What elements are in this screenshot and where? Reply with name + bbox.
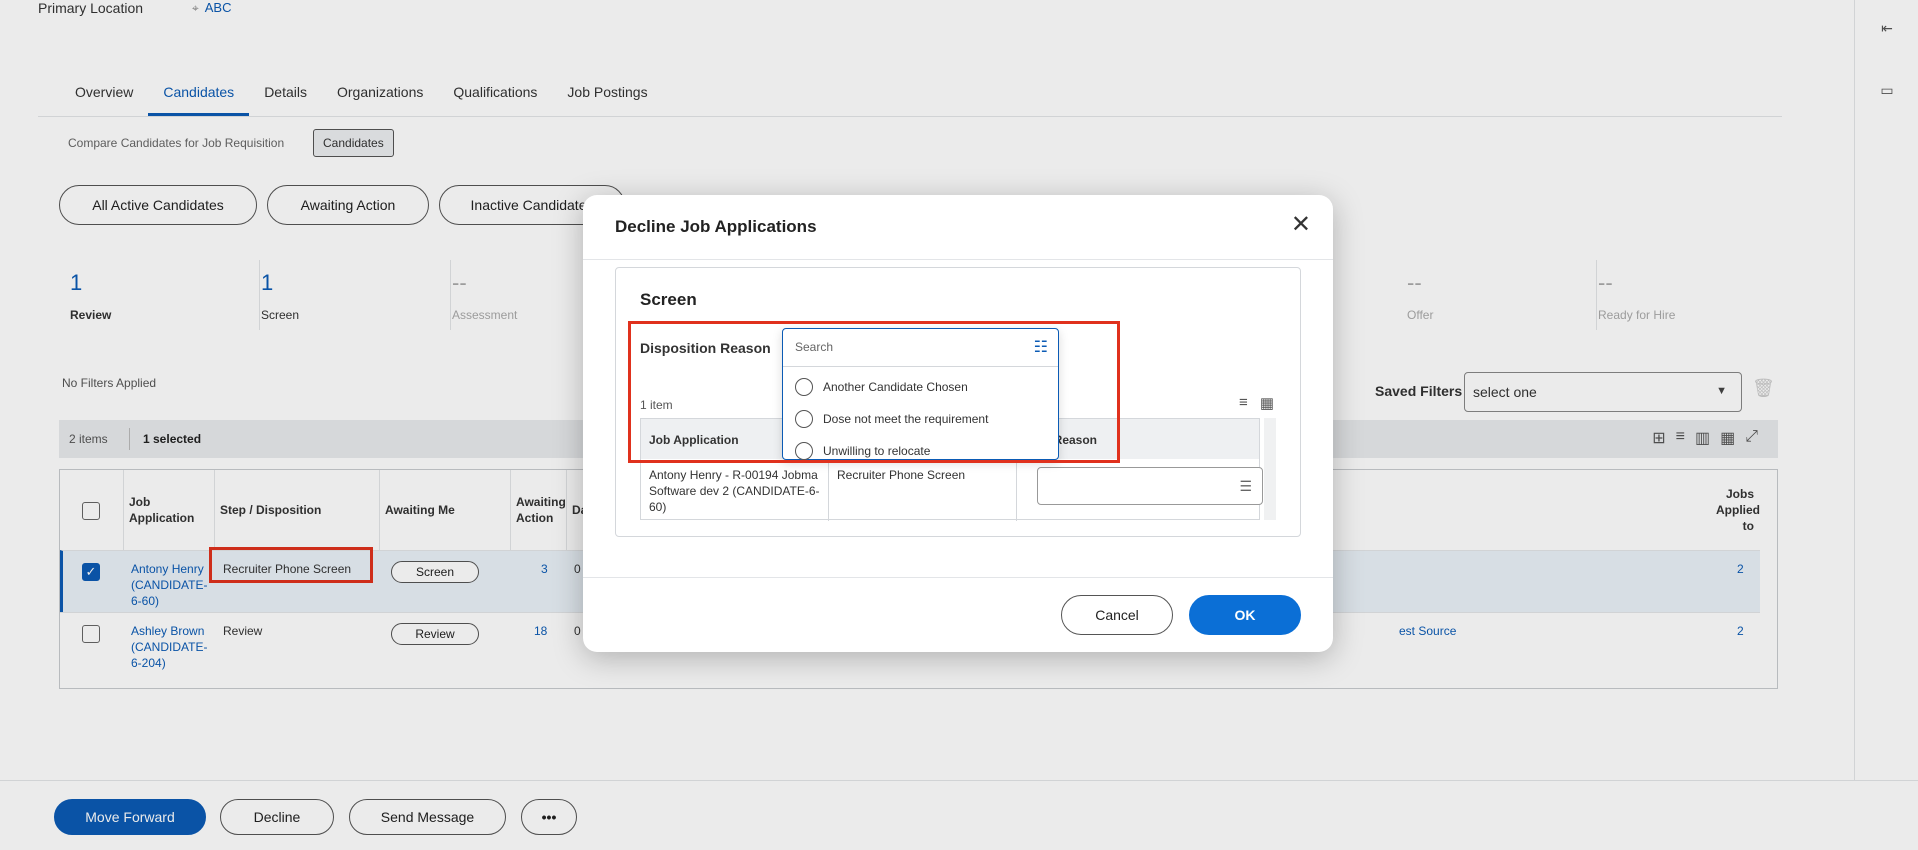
job-application-cell: Antony Henry - R-00194 Jobma Software de… (641, 459, 829, 521)
inner-table-tools: ≡ ▦ (1239, 394, 1274, 412)
modal-divider (583, 259, 1333, 260)
close-icon[interactable]: ✕ (1291, 213, 1311, 237)
highlight-box (628, 321, 1120, 463)
cancel-button[interactable]: Cancel (1061, 595, 1173, 635)
columns-icon[interactable]: ▦ (1260, 394, 1274, 412)
step-cell: Recruiter Phone Screen (829, 459, 1017, 521)
filter-icon[interactable]: ≡ (1239, 394, 1248, 412)
disposition-reason-input[interactable]: ☰ (1037, 467, 1263, 505)
list-icon[interactable]: ☰ (1239, 478, 1252, 495)
decline-modal: Decline Job Applications ✕ Screen Dispos… (583, 195, 1333, 652)
modal-divider (583, 577, 1333, 578)
modal-title: Decline Job Applications (615, 217, 817, 236)
table-scrollbar[interactable] (1264, 418, 1276, 520)
section-title: Screen (640, 290, 697, 309)
ok-button[interactable]: OK (1189, 595, 1301, 635)
